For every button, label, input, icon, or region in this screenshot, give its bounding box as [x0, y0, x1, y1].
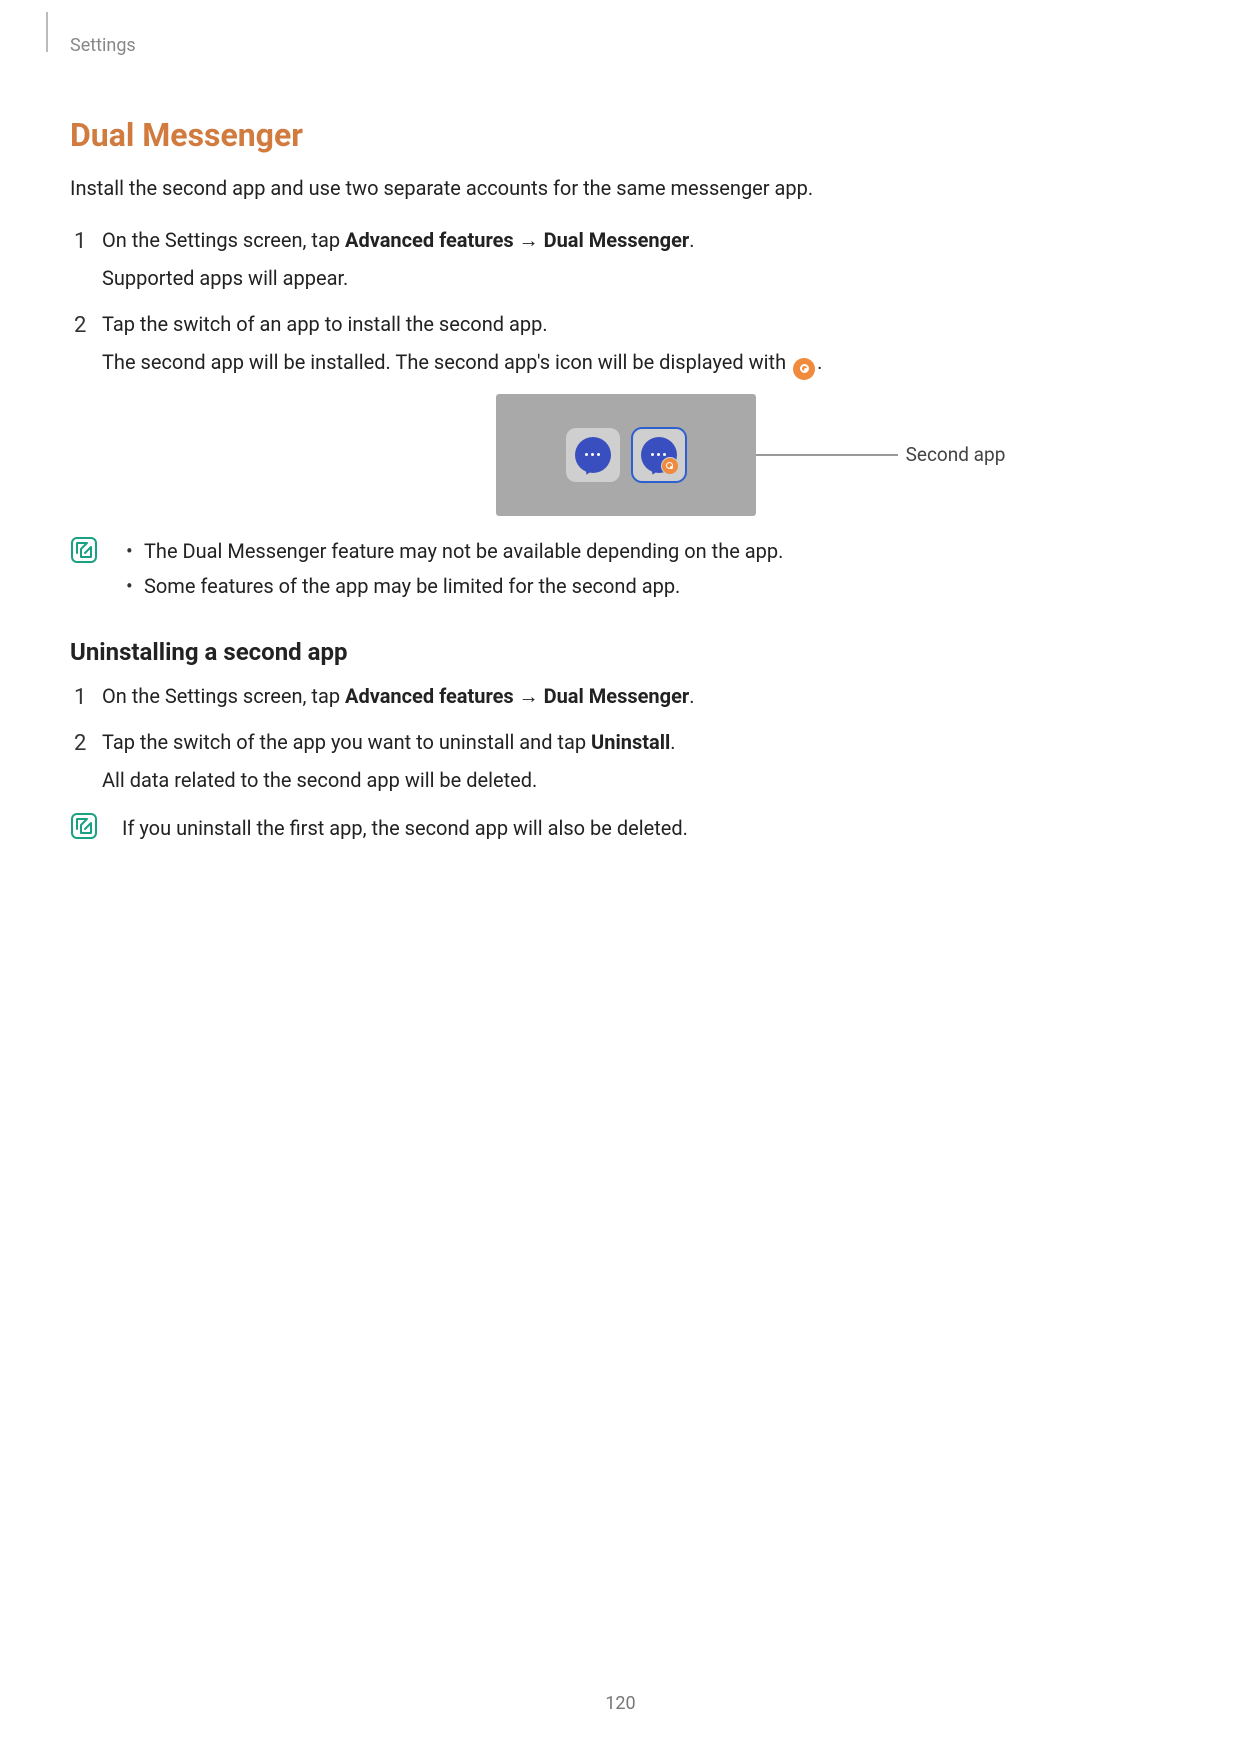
section-title: Dual Messenger: [70, 116, 1171, 154]
note-icon: [70, 536, 98, 564]
note-icon: [70, 812, 98, 840]
u-step-2-sub: All data related to the second app will …: [102, 764, 1171, 796]
note-block-1: The Dual Messenger feature may not be av…: [70, 534, 1171, 604]
note-block-2: If you uninstall the first app, the seco…: [70, 810, 1171, 844]
uninstall-step-1: On the Settings screen, tap Advanced fea…: [70, 680, 1171, 712]
step-1-sub: Supported apps will appear.: [102, 262, 1171, 294]
breadcrumb: Settings: [70, 35, 1171, 56]
u-step-1-prefix: On the Settings screen, tap: [102, 684, 345, 708]
step-2: Tap the switch of an app to install the …: [70, 308, 1171, 380]
u-step-2-prefix: Tap the switch of the app you want to un…: [102, 730, 591, 754]
steps-install: On the Settings screen, tap Advanced fea…: [70, 224, 1171, 380]
steps-uninstall: On the Settings screen, tap Advanced fea…: [70, 680, 1171, 796]
chat-icon: [575, 437, 611, 473]
app-tile-original: [566, 428, 620, 482]
step-2-line: Tap the switch of an app to install the …: [102, 312, 548, 336]
section-intro: Install the second app and use two separ…: [70, 176, 1171, 200]
step-2-sub-suffix: .: [817, 350, 822, 374]
u-step-1-arrow: →: [514, 684, 544, 708]
step-1-prefix: On the Settings screen, tap: [102, 228, 345, 252]
step-1-arrow: →: [514, 228, 544, 252]
u-step-1-bold1: Advanced features: [345, 684, 514, 708]
note-item-2: Some features of the app may be limited …: [122, 569, 783, 604]
chat-icon: [641, 437, 677, 473]
header-rule: [46, 12, 48, 52]
callout-label: Second app: [906, 443, 1006, 466]
step-2-sub: The second app will be installed. The se…: [102, 346, 1171, 380]
step-2-sub-prefix: The second app will be installed. The se…: [102, 350, 791, 374]
u-step-2-suffix: .: [670, 730, 675, 754]
u-step-1-bold2: Dual Messenger: [544, 684, 690, 708]
subheading-uninstall: Uninstalling a second app: [70, 638, 1171, 666]
dual-app-badge-icon: [661, 457, 679, 475]
phone-screenshot: [496, 394, 756, 516]
u-step-1-suffix: .: [689, 684, 694, 708]
app-tile-second: [632, 428, 686, 482]
callout-line: [756, 454, 898, 456]
page-number: 120: [0, 1693, 1241, 1714]
figure-second-app: Second app: [330, 394, 1171, 516]
step-1-bold1: Advanced features: [345, 228, 514, 252]
step-1-suffix: .: [689, 228, 694, 252]
step-1: On the Settings screen, tap Advanced fea…: [70, 224, 1171, 294]
note-uninstall-first: If you uninstall the first app, the seco…: [122, 810, 688, 844]
step-1-bold2: Dual Messenger: [544, 228, 690, 252]
note-list: The Dual Messenger feature may not be av…: [122, 534, 783, 604]
note-item-1: The Dual Messenger feature may not be av…: [122, 534, 783, 569]
uninstall-step-2: Tap the switch of the app you want to un…: [70, 726, 1171, 796]
u-step-2-bold1: Uninstall: [591, 730, 670, 754]
dual-app-badge-icon: [793, 358, 815, 380]
